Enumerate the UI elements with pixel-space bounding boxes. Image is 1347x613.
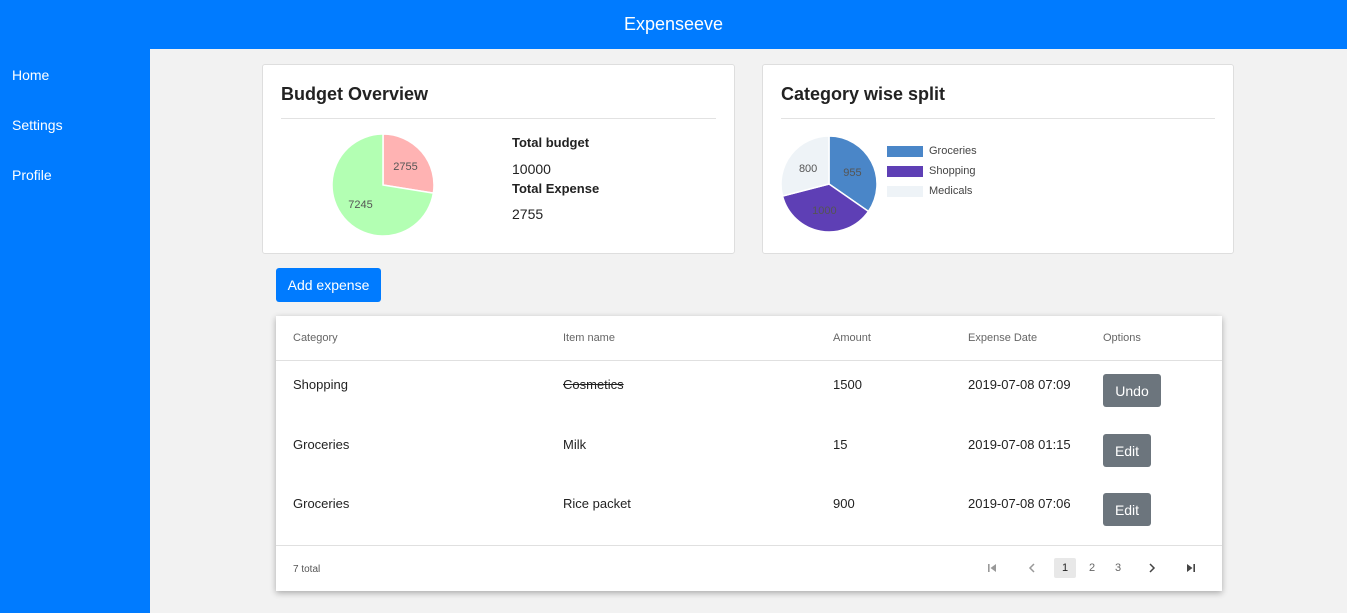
column-header-date[interactable]: Expense Date [968, 332, 1037, 344]
legend-item: Medicals [887, 181, 977, 201]
divider [281, 118, 716, 119]
edit-button[interactable]: Edit [1103, 493, 1151, 526]
edit-button[interactable]: Edit [1103, 434, 1151, 467]
legend-swatch [887, 185, 923, 197]
divider [781, 118, 1215, 119]
pie-slice-label: 955 [843, 167, 861, 179]
column-header-amount[interactable]: Amount [833, 332, 871, 344]
column-header-item[interactable]: Item name [563, 332, 615, 344]
cell-amount: 1500 [833, 377, 862, 392]
legend-label: Medicals [929, 185, 973, 197]
cell-category: Groceries [293, 496, 350, 511]
pie-slice-label: 7245 [348, 199, 372, 211]
first-page-icon[interactable] [984, 558, 1000, 578]
budget-overview-title: Budget Overview [281, 84, 429, 104]
cell-category: Shopping [293, 377, 348, 392]
pie-slice-label: 800 [799, 163, 817, 175]
legend-label: Shopping [929, 165, 976, 177]
category-pie-chart: 955 1000 800 [780, 135, 878, 233]
category-split-title: Category wise split [781, 84, 946, 104]
divider [276, 545, 1222, 546]
pie-slice-label: 2755 [393, 161, 417, 173]
cell-item-name: Cosmetics [563, 377, 624, 392]
cell-date: 2019-07-08 01:15 [968, 437, 1071, 452]
legend-swatch [887, 145, 923, 157]
page-2-button[interactable]: 2 [1082, 558, 1102, 578]
budget-pie-chart: 2755 7245 [331, 133, 435, 237]
cell-amount: 900 [833, 496, 855, 511]
cell-date: 2019-07-08 07:09 [968, 377, 1071, 392]
sidebar-item-settings[interactable]: Settings [0, 99, 150, 149]
cell-amount: 15 [833, 437, 848, 452]
total-expense-label: Total Expense [512, 181, 600, 196]
column-header-options: Options [1103, 332, 1141, 344]
add-expense-button[interactable]: Add expense [276, 268, 381, 302]
legend-item: Groceries [887, 141, 977, 161]
chevron-left-icon[interactable] [1024, 558, 1040, 578]
cell-item-name: Milk [563, 437, 587, 452]
total-expense-value: 2755 [512, 206, 544, 222]
pie-slice-label: 1000 [812, 205, 836, 217]
category-split-card: Category wise split 955 1000 800 Groceries… [762, 64, 1234, 254]
legend-item: Shopping [887, 161, 977, 181]
cell-item-name: Rice packet [563, 496, 631, 511]
cell-category: Groceries [293, 437, 350, 452]
expense-table: Category Item name Amount Expense Date O… [276, 316, 1222, 591]
app-title: Expenseeve [623, 14, 724, 34]
sidebar: Home Settings Profile [0, 49, 150, 613]
undo-button[interactable]: Undo [1103, 374, 1161, 407]
budget-overview-card: Budget Overview 2755 7245 Total budget 10… [262, 64, 735, 254]
cell-date: 2019-07-08 07:06 [968, 496, 1071, 511]
category-legend: Groceries Shopping Medicals [887, 141, 977, 201]
chevron-right-icon[interactable] [1144, 558, 1160, 578]
sidebar-item-home[interactable]: Home [0, 49, 150, 99]
total-budget-value: 10000 [512, 161, 551, 177]
column-header-category[interactable]: Category [293, 332, 338, 344]
sidebar-item-profile[interactable]: Profile [0, 149, 150, 199]
last-page-icon[interactable] [1183, 558, 1199, 578]
page-1-button[interactable]: 1 [1054, 558, 1076, 578]
page-3-button[interactable]: 3 [1108, 558, 1128, 578]
legend-label: Groceries [929, 145, 977, 157]
divider [276, 360, 1222, 361]
total-count: 7 total [293, 564, 321, 575]
legend-swatch [887, 165, 923, 177]
total-budget-label: Total budget [512, 135, 590, 150]
app-header: Expenseeve [0, 0, 1347, 49]
